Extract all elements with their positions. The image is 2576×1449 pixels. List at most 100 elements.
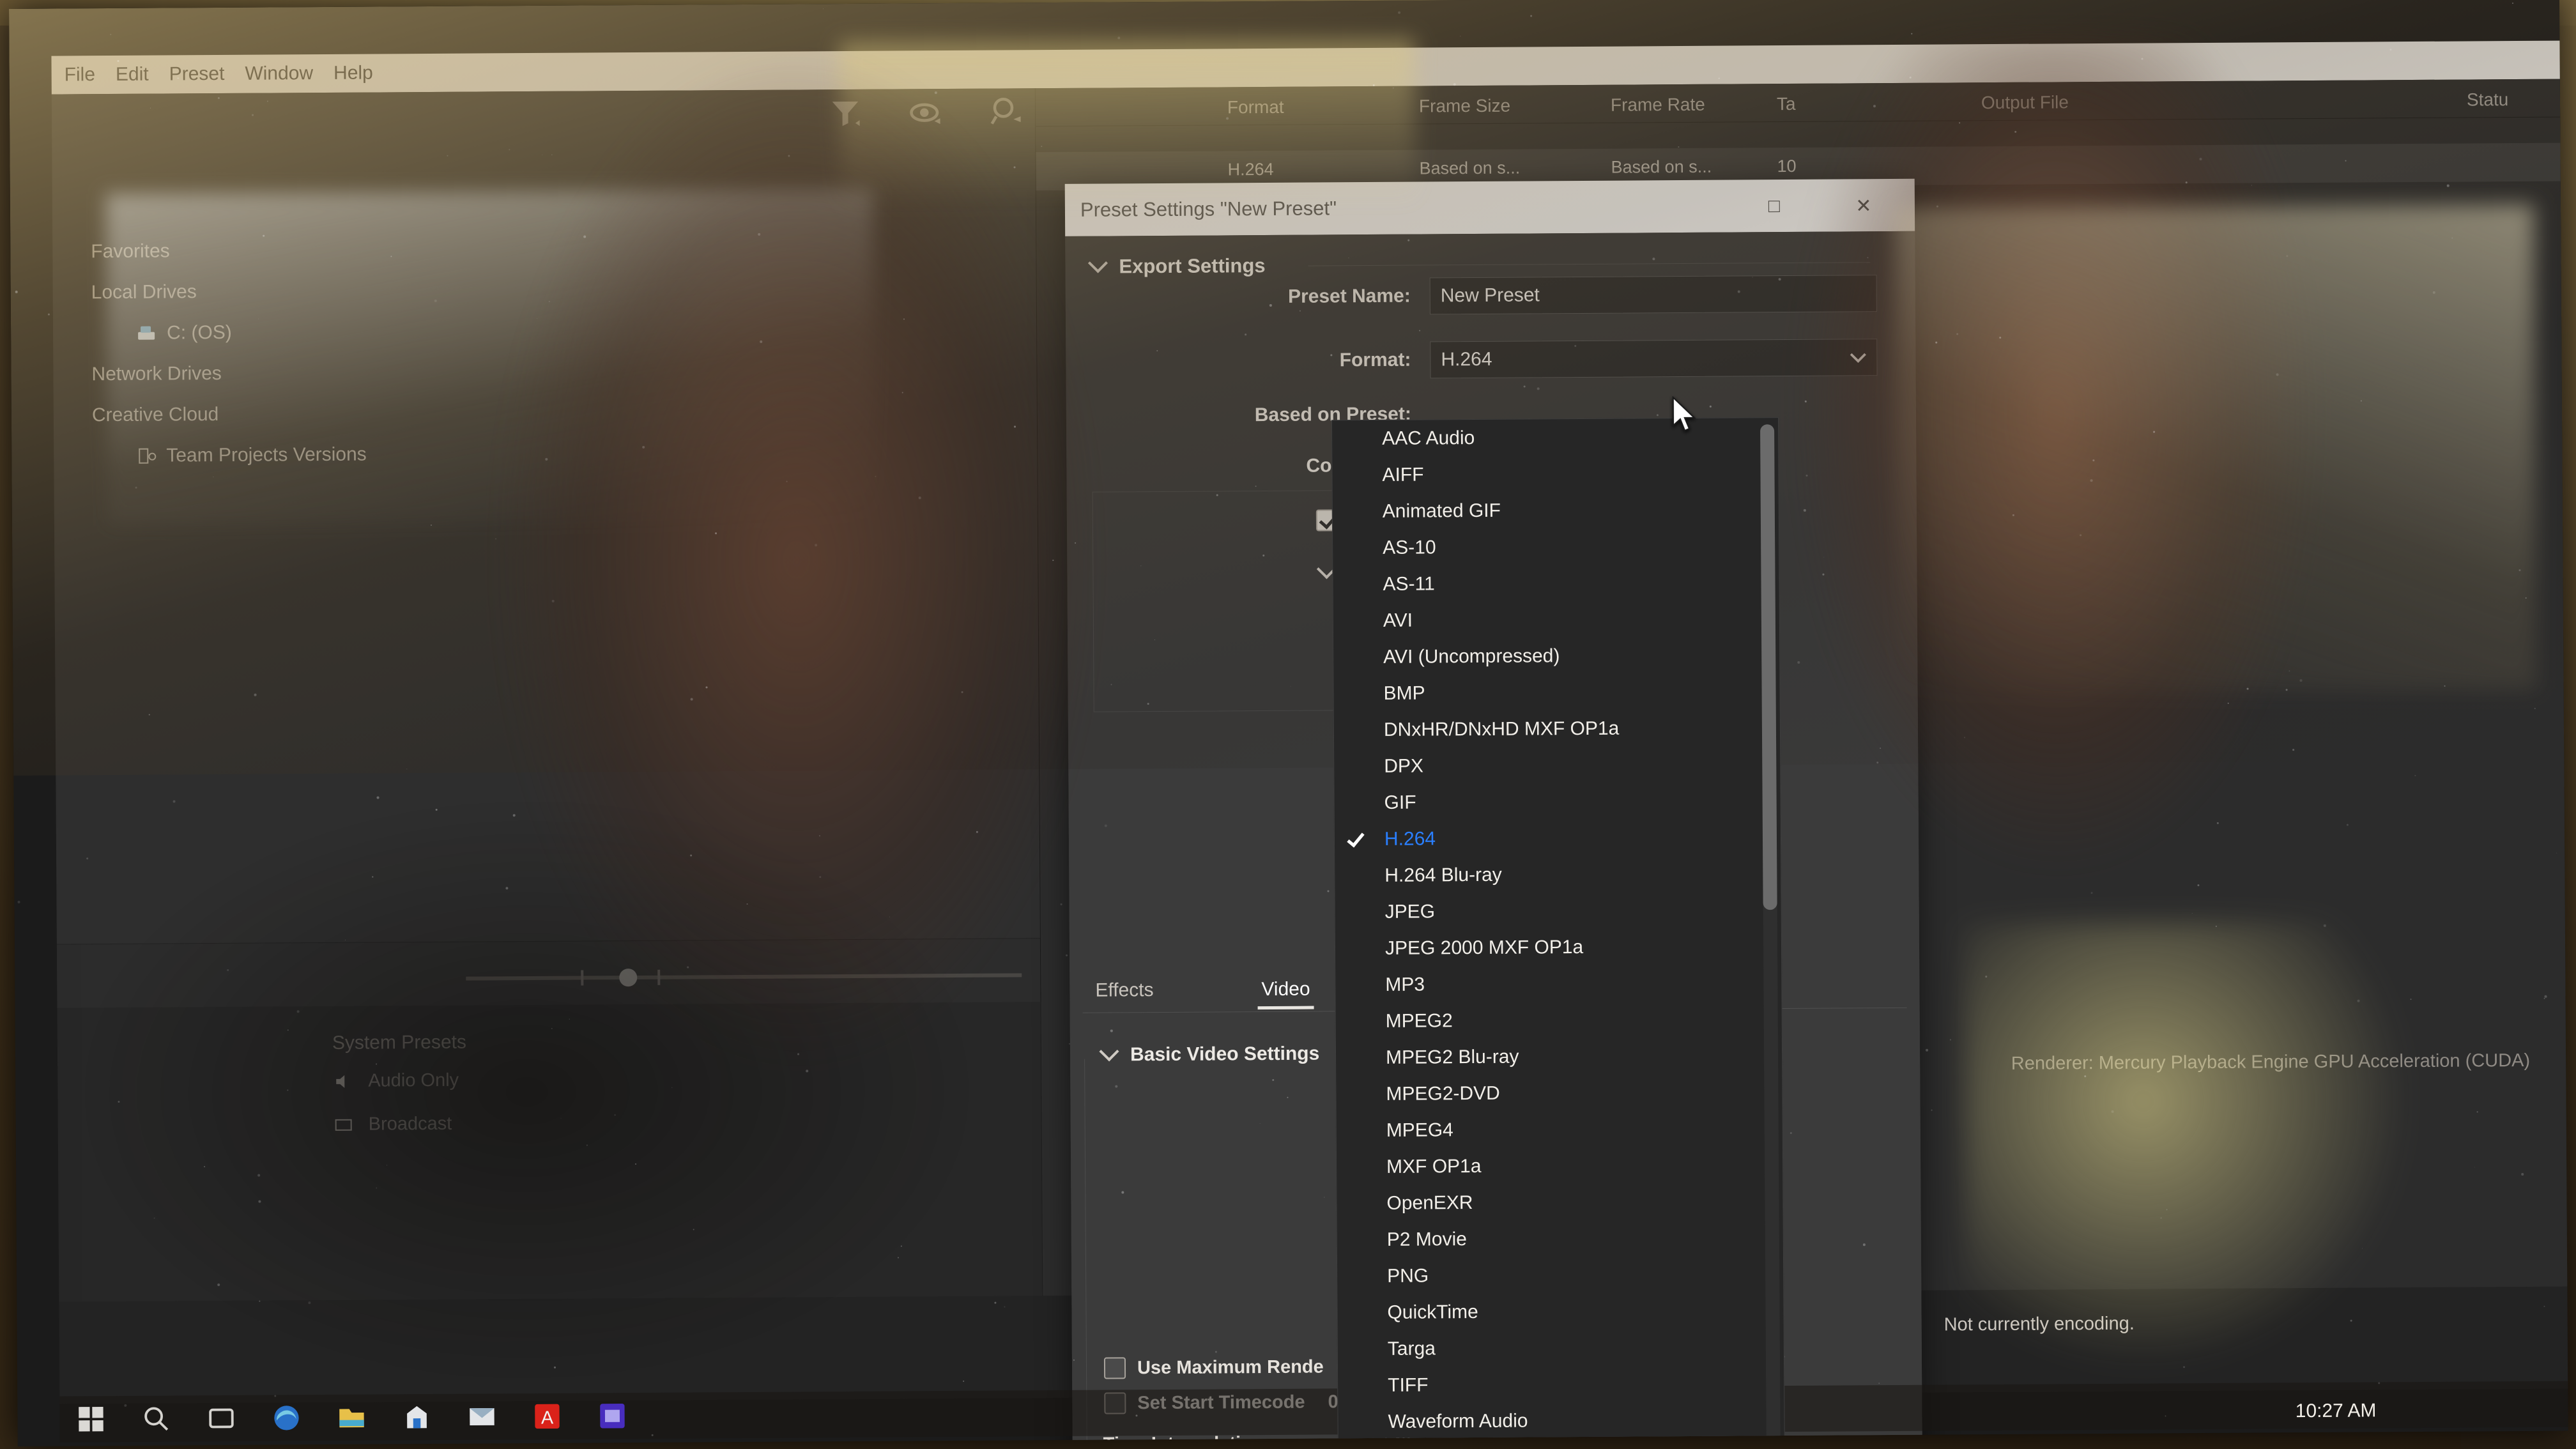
format-dropdown-list[interactable]: AAC Audio AIFF Animated GIF AS-10 AS-11 AVI AV… xyxy=(1331,417,1785,1446)
format-label: Format: xyxy=(1091,349,1411,373)
tree-label: Creative Cloud xyxy=(92,404,219,426)
preset-item-broadcast[interactable]: Broadcast xyxy=(333,1114,452,1135)
checkbox-label: Use Maximum Rende xyxy=(1137,1356,1324,1379)
dropdown-option[interactable]: MPEG2-DVD xyxy=(1336,1073,1782,1112)
dropdown-scrollbar-thumb[interactable] xyxy=(1760,424,1777,910)
preset-browser-header: System Presets xyxy=(332,1032,466,1054)
file-explorer-icon[interactable] xyxy=(337,1403,366,1432)
photo-scene: File Edit Preset Window Help Favorites L… xyxy=(0,0,2576,1449)
dropdown-option[interactable]: BMP xyxy=(1333,673,1779,712)
dropdown-option-label: AS-11 xyxy=(1383,573,1434,595)
dropdown-option[interactable]: MPEG2 xyxy=(1336,1000,1782,1039)
dropdown-option[interactable]: AS-10 xyxy=(1333,527,1779,566)
dropdown-option[interactable]: P2 Movie xyxy=(1337,1219,1783,1258)
dropdown-option[interactable]: AIFF xyxy=(1332,454,1778,493)
dropdown-option[interactable]: MXF OP1a xyxy=(1337,1146,1782,1185)
dropdown-option[interactable]: JPEG 2000 MXF OP1a xyxy=(1335,928,1781,967)
chevron-down-icon[interactable] xyxy=(1088,253,1108,273)
cell-frame-rate: Based on s... xyxy=(1611,157,1712,178)
tab-video[interactable]: Video xyxy=(1261,979,1310,1000)
column-frame-size: Frame Size xyxy=(1419,96,1510,117)
tree-item-creative-cloud[interactable]: Creative Cloud xyxy=(92,403,367,427)
tree-item-team-projects[interactable]: Team Projects Versions xyxy=(137,444,367,467)
dropdown-option[interactable]: QuickTime xyxy=(1337,1292,1783,1331)
dropdown-option[interactable]: GIF xyxy=(1334,782,1780,821)
mail-icon[interactable] xyxy=(467,1402,496,1431)
dropdown-option-label: QuickTime xyxy=(1387,1301,1478,1323)
dropdown-option[interactable]: DPX xyxy=(1334,746,1780,785)
edge-icon[interactable] xyxy=(272,1403,301,1432)
use-maximum-render-checkbox[interactable]: Use Maximum Rende xyxy=(1104,1356,1324,1379)
tree-item-local-drives[interactable]: Local Drives xyxy=(91,280,366,304)
dropdown-option-label: AAC Audio xyxy=(1382,427,1475,449)
dialog-title: Preset Settings "New Preset" xyxy=(1080,197,1337,221)
tree-item-network-drives[interactable]: Network Drives xyxy=(91,362,366,386)
dropdown-option[interactable]: TIFF xyxy=(1338,1365,1784,1404)
dropdown-option[interactable]: MPEG4 xyxy=(1337,1110,1782,1149)
dropdown-option-label: MXF OP1a xyxy=(1386,1155,1482,1177)
dropdown-option-label: Targa xyxy=(1388,1338,1436,1360)
dropdown-option[interactable]: DNxHR/DNxHD MXF OP1a xyxy=(1334,709,1780,748)
checkbox-box[interactable] xyxy=(1104,1357,1126,1379)
app-icon[interactable] xyxy=(597,1401,627,1430)
dropdown-option-label: MPEG2 Blu-ray xyxy=(1386,1046,1519,1068)
maximize-button[interactable]: □ xyxy=(1761,194,1787,219)
tree-label: Team Projects Versions xyxy=(166,444,367,467)
dropdown-option-label: JPEG 2000 MXF OP1a xyxy=(1385,936,1583,959)
svg-text:A: A xyxy=(541,1407,554,1428)
task-view-icon[interactable] xyxy=(206,1404,236,1433)
dropdown-option[interactable]: MPEG2 Blu-ray xyxy=(1336,1037,1782,1076)
dropdown-option-label: AVI (Uncompressed) xyxy=(1383,645,1560,668)
dropdown-option[interactable]: AVI xyxy=(1333,600,1779,639)
dropdown-option[interactable]: Targa xyxy=(1338,1328,1784,1367)
tree-label: Network Drives xyxy=(91,363,222,385)
search-icon[interactable] xyxy=(989,95,1023,129)
menu-preset[interactable]: Preset xyxy=(169,63,225,86)
dropdown-option[interactable]: AS-11 xyxy=(1333,564,1779,602)
taskbar-clock[interactable]: 10:27 AM xyxy=(2296,1400,2377,1422)
tab-effects[interactable]: Effects xyxy=(1095,979,1153,1002)
filter-icon[interactable] xyxy=(828,96,862,130)
format-select[interactable]: H.264 xyxy=(1430,339,1877,378)
tree-item-c-os[interactable]: C: (OS) xyxy=(136,321,366,344)
store-icon[interactable] xyxy=(402,1402,431,1432)
dropdown-option[interactable]: Animated GIF xyxy=(1333,491,1779,530)
chevron-down-icon[interactable] xyxy=(1848,351,1867,365)
dropdown-option-label: DNxHR/DNxHD MXF OP1a xyxy=(1384,717,1620,740)
eye-icon[interactable] xyxy=(908,95,943,130)
dropdown-option[interactable]: AAC Audio xyxy=(1332,418,1778,457)
menu-help[interactable]: Help xyxy=(334,63,373,84)
mouse-cursor xyxy=(1672,396,1701,437)
menu-file[interactable]: File xyxy=(65,64,96,86)
dropdown-option[interactable]: H.264 Blu-ray xyxy=(1335,855,1781,894)
dropdown-option-label: Waveform Audio xyxy=(1388,1410,1528,1432)
export-settings-section[interactable]: Export Settings xyxy=(1091,254,1265,279)
menu-window[interactable]: Window xyxy=(245,63,313,85)
dropdown-option-label: H.264 xyxy=(1384,828,1436,850)
column-output-file: Output File xyxy=(1981,92,2069,113)
dropdown-option[interactable]: JPEG xyxy=(1335,891,1781,930)
dropdown-option-label: PNG xyxy=(1387,1265,1429,1287)
tree-label: C: (OS) xyxy=(167,322,232,344)
dropdown-option-label: MPEG4 xyxy=(1386,1119,1453,1142)
dropdown-option[interactable]: Windows Media xyxy=(1338,1438,1784,1446)
dropdown-option[interactable]: OpenEXR xyxy=(1337,1183,1782,1222)
start-icon[interactable] xyxy=(76,1404,105,1434)
menu-edit[interactable]: Edit xyxy=(116,64,149,86)
preset-item-audio-only[interactable]: Audio Only xyxy=(332,1070,459,1092)
drive-icon xyxy=(136,324,158,343)
search-icon[interactable] xyxy=(141,1404,171,1433)
dropdown-option[interactable]: Waveform Audio xyxy=(1338,1401,1784,1440)
media-browser-toolbar[interactable] xyxy=(828,95,1023,130)
preset-name-input[interactable]: New Preset xyxy=(1430,275,1877,314)
dropdown-option[interactable]: PNG xyxy=(1337,1255,1783,1294)
tree-item-favorites[interactable]: Favorites xyxy=(91,240,365,263)
cell-target: 10 xyxy=(1777,157,1796,176)
adobe-icon[interactable]: A xyxy=(532,1402,562,1431)
media-browser-tree[interactable]: Favorites Local Drives C: (OS) Network D… xyxy=(91,240,367,487)
dropdown-option[interactable]: MP3 xyxy=(1335,964,1781,1003)
dropdown-option-label: DPX xyxy=(1384,755,1423,777)
close-icon[interactable]: ✕ xyxy=(1851,193,1876,218)
dropdown-option[interactable]: H.264 xyxy=(1335,818,1781,857)
dropdown-option[interactable]: AVI (Uncompressed) xyxy=(1333,636,1779,675)
